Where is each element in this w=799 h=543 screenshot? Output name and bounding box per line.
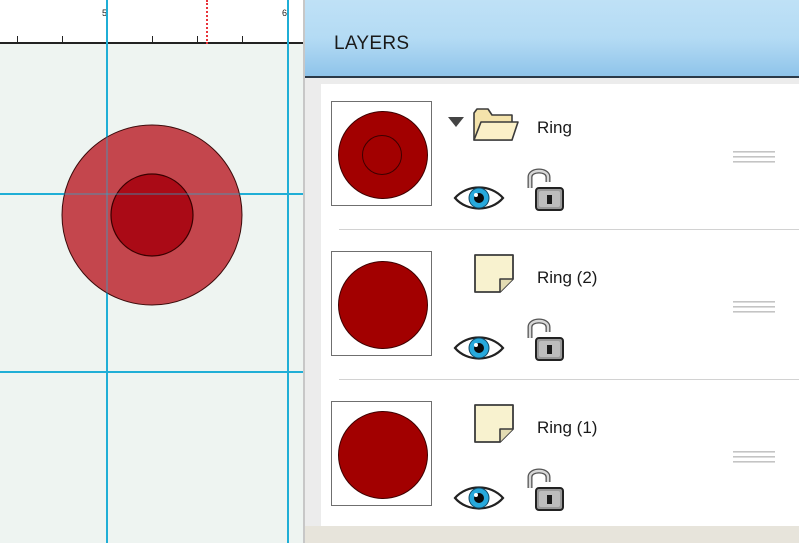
layer-thumbnail (331, 251, 432, 356)
unlocked-padlock-icon[interactable] (526, 468, 566, 514)
layer-name: Ring (1) (537, 418, 598, 437)
layer-thumbnail (331, 401, 432, 506)
drag-handle-icon[interactable] (733, 450, 775, 464)
layer-row-ring[interactable]: Ring (321, 84, 799, 234)
panel-header: LAYERS (305, 0, 799, 78)
disclosure-triangle-icon[interactable] (448, 117, 464, 127)
thumbnail-circle (338, 111, 428, 199)
eye-icon[interactable] (453, 182, 505, 214)
layer-row-ring-1[interactable]: Ring (1) (321, 384, 799, 534)
thumbnail-inner-ring (362, 135, 402, 175)
thumbnail-circle (338, 411, 428, 499)
layer-separator (339, 379, 799, 380)
layer-list: Ring Ring (2) Ring (1) (321, 84, 799, 526)
layer-thumbnail (331, 101, 432, 206)
layer-name: Ring (537, 118, 572, 137)
layer-row-ring-2[interactable]: Ring (2) (321, 234, 799, 384)
panel-title: LAYERS (334, 33, 410, 54)
drawing-canvas[interactable]: 5 6 (0, 0, 305, 543)
inner-ring-shape[interactable] (110, 173, 194, 257)
panel-footer (305, 526, 799, 543)
folder-icon (473, 108, 519, 141)
unlocked-padlock-icon[interactable] (526, 318, 566, 364)
drag-handle-icon[interactable] (733, 300, 775, 314)
layers-panel: LAYERS Ring Ring (2) Ring (1) (305, 0, 799, 543)
unlocked-padlock-icon[interactable] (526, 168, 566, 214)
layer-name: Ring (2) (537, 268, 598, 287)
document-icon (474, 254, 514, 293)
canvas-artwork (61, 124, 243, 306)
drag-handle-icon[interactable] (733, 150, 775, 164)
eye-icon[interactable] (453, 332, 505, 364)
layer-separator (339, 229, 799, 230)
document-icon (474, 404, 514, 443)
thumbnail-circle (338, 261, 428, 349)
eye-icon[interactable] (453, 482, 505, 514)
